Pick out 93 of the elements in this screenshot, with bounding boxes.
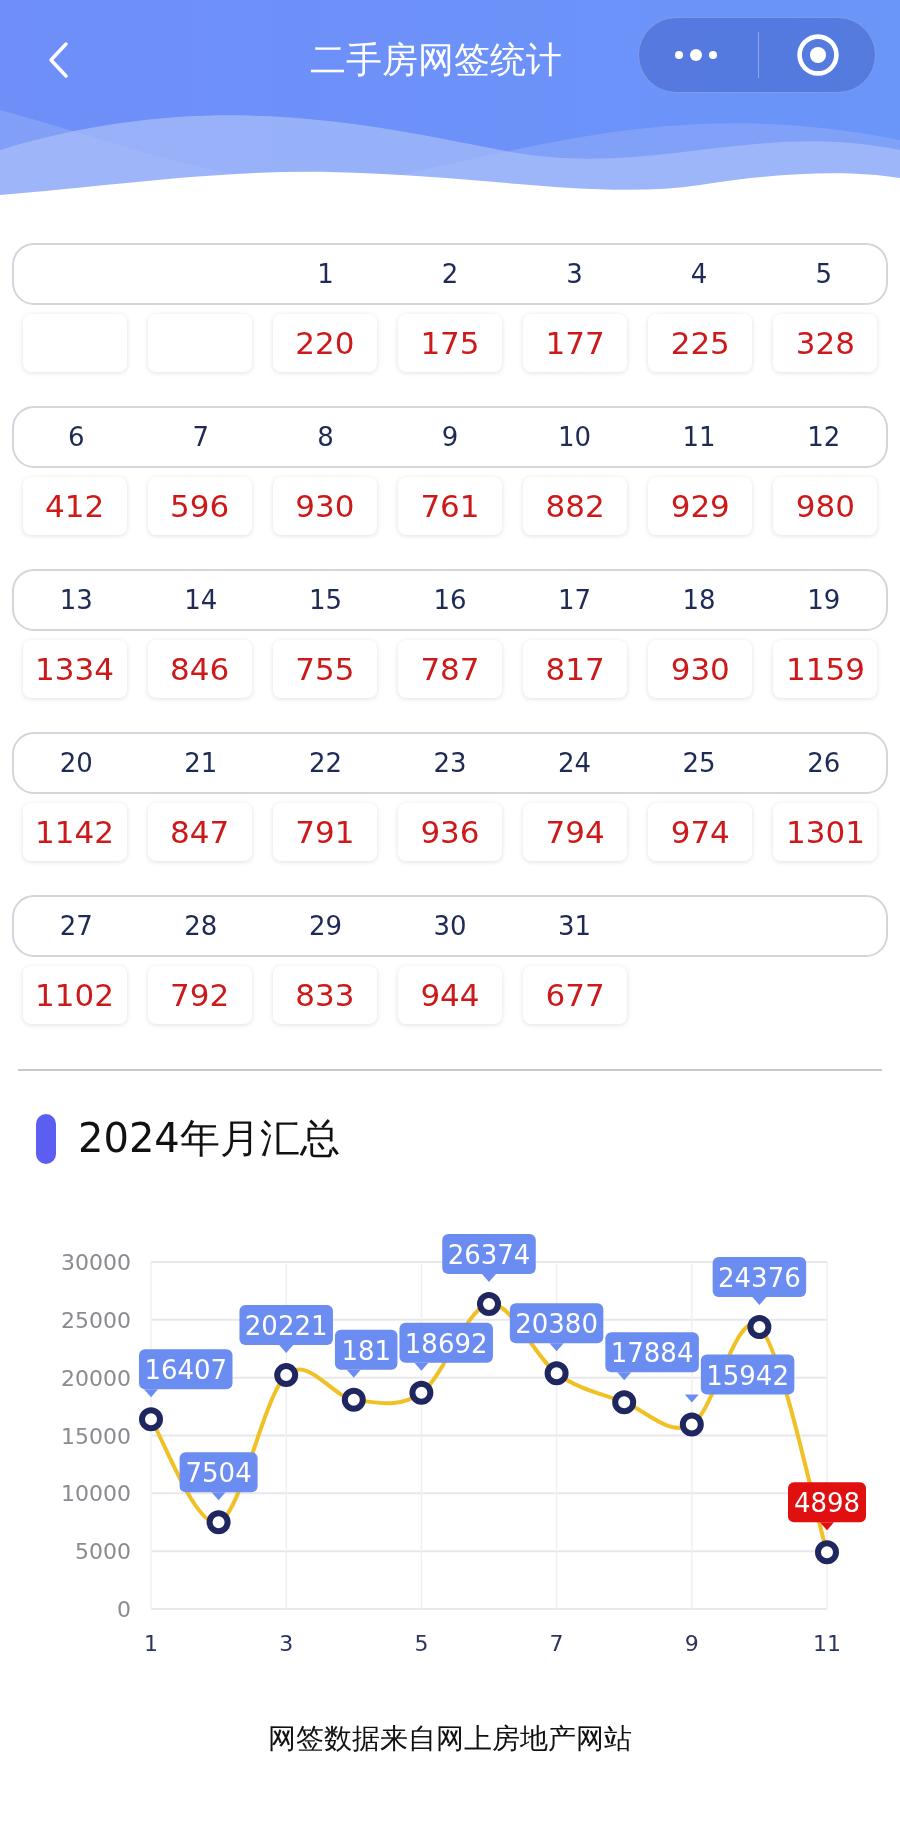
day-number: 22 xyxy=(308,748,342,778)
day-number: 1 xyxy=(317,259,334,289)
data-point xyxy=(409,1380,434,1405)
day-number: 23 xyxy=(433,748,467,778)
day-number: 17 xyxy=(558,585,592,615)
day-number: 13 xyxy=(59,585,93,615)
x-tick-label: 11 xyxy=(813,1631,841,1656)
day-number: 28 xyxy=(184,911,218,941)
back-icon[interactable] xyxy=(46,40,70,80)
day-number: 15 xyxy=(308,585,342,615)
day-number: 11 xyxy=(682,422,716,452)
day-number: 25 xyxy=(682,748,716,778)
source-note: 网签数据来自网上房地产网站 xyxy=(267,1721,633,1757)
close-target-icon[interactable] xyxy=(795,32,841,78)
count-value: 755 xyxy=(295,651,355,687)
x-tick-label: 3 xyxy=(279,1631,294,1656)
count-value: 1102 xyxy=(35,977,114,1013)
section-marker xyxy=(36,1113,56,1164)
data-point xyxy=(274,1363,299,1388)
count-value: 794 xyxy=(545,814,605,850)
count-value: 930 xyxy=(295,488,355,524)
data-point xyxy=(139,1407,163,1432)
count-value: 1334 xyxy=(35,651,114,687)
day-number: 4 xyxy=(690,259,708,289)
day-number: 8 xyxy=(317,422,334,452)
day-number: 31 xyxy=(558,911,592,941)
count-value: 936 xyxy=(420,814,480,850)
count-value: 787 xyxy=(420,651,480,687)
count-value: 761 xyxy=(420,488,480,524)
count-value: 328 xyxy=(795,325,855,361)
x-tick-label: 1 xyxy=(144,1631,158,1656)
data-point xyxy=(747,1315,772,1340)
x-tick-label: 5 xyxy=(414,1631,429,1656)
count-value: 833 xyxy=(295,977,355,1013)
count-value: 175 xyxy=(420,325,480,361)
data-point xyxy=(815,1540,839,1565)
page-title: 二手房网签统计 xyxy=(310,38,562,82)
day-number: 16 xyxy=(433,585,467,615)
data-point xyxy=(612,1390,637,1415)
section-title: 2024年月汇总 xyxy=(78,1114,340,1163)
count-value: 847 xyxy=(170,814,230,850)
day-number: 29 xyxy=(308,911,342,941)
count-value: 944 xyxy=(420,977,480,1013)
day-number: 18 xyxy=(682,585,716,615)
count-value: 882 xyxy=(545,488,605,524)
data-point xyxy=(341,1387,366,1412)
day-number: 6 xyxy=(68,422,85,452)
day-number: 27 xyxy=(59,911,93,941)
y-tick-label: 30000 xyxy=(61,1250,131,1275)
count-value: 980 xyxy=(795,488,855,524)
day-number: 2 xyxy=(441,259,459,289)
day-number: 20 xyxy=(59,748,93,778)
count-value: 220 xyxy=(295,325,355,361)
day-number: 3 xyxy=(566,259,583,289)
count-value: 677 xyxy=(545,977,605,1013)
data-point xyxy=(477,1291,501,1316)
count-value: 1301 xyxy=(785,814,865,850)
day-number: 10 xyxy=(558,422,592,452)
day-number: 30 xyxy=(433,911,467,941)
data-point xyxy=(544,1361,569,1386)
count-value: 792 xyxy=(170,977,230,1013)
count-value: 1142 xyxy=(35,814,114,850)
count-value: 846 xyxy=(170,651,230,687)
day-number: 5 xyxy=(815,259,832,289)
count-value: 817 xyxy=(545,651,605,687)
count-value: 791 xyxy=(295,814,355,850)
more-icon[interactable] xyxy=(672,48,720,62)
count-value: 974 xyxy=(670,814,730,850)
count-value: 596 xyxy=(170,488,230,524)
count-value: 225 xyxy=(670,325,730,361)
day-number: 19 xyxy=(807,585,841,615)
day-number: 24 xyxy=(558,748,592,778)
y-tick-label: 10000 xyxy=(61,1481,131,1507)
day-number: 26 xyxy=(807,748,841,778)
day-number: 9 xyxy=(441,422,459,452)
y-tick-label: 25000 xyxy=(61,1307,131,1333)
data-point xyxy=(206,1510,231,1535)
y-tick-label: 20000 xyxy=(61,1365,131,1391)
y-tick-label: 0 xyxy=(117,1597,131,1622)
day-number: 21 xyxy=(184,748,218,778)
x-tick-label: 9 xyxy=(684,1631,699,1656)
y-tick-label: 5000 xyxy=(75,1539,131,1565)
count-value: 929 xyxy=(670,488,730,524)
count-value: 412 xyxy=(44,488,105,524)
y-tick-label: 15000 xyxy=(61,1423,131,1449)
count-value: 930 xyxy=(670,651,730,687)
day-number: 14 xyxy=(184,585,218,615)
day-number: 12 xyxy=(807,422,841,452)
x-tick-label: 7 xyxy=(549,1631,564,1656)
count-value: 177 xyxy=(545,325,605,361)
count-value: 1159 xyxy=(785,651,865,687)
data-point xyxy=(679,1412,704,1437)
day-number: 7 xyxy=(192,422,210,452)
